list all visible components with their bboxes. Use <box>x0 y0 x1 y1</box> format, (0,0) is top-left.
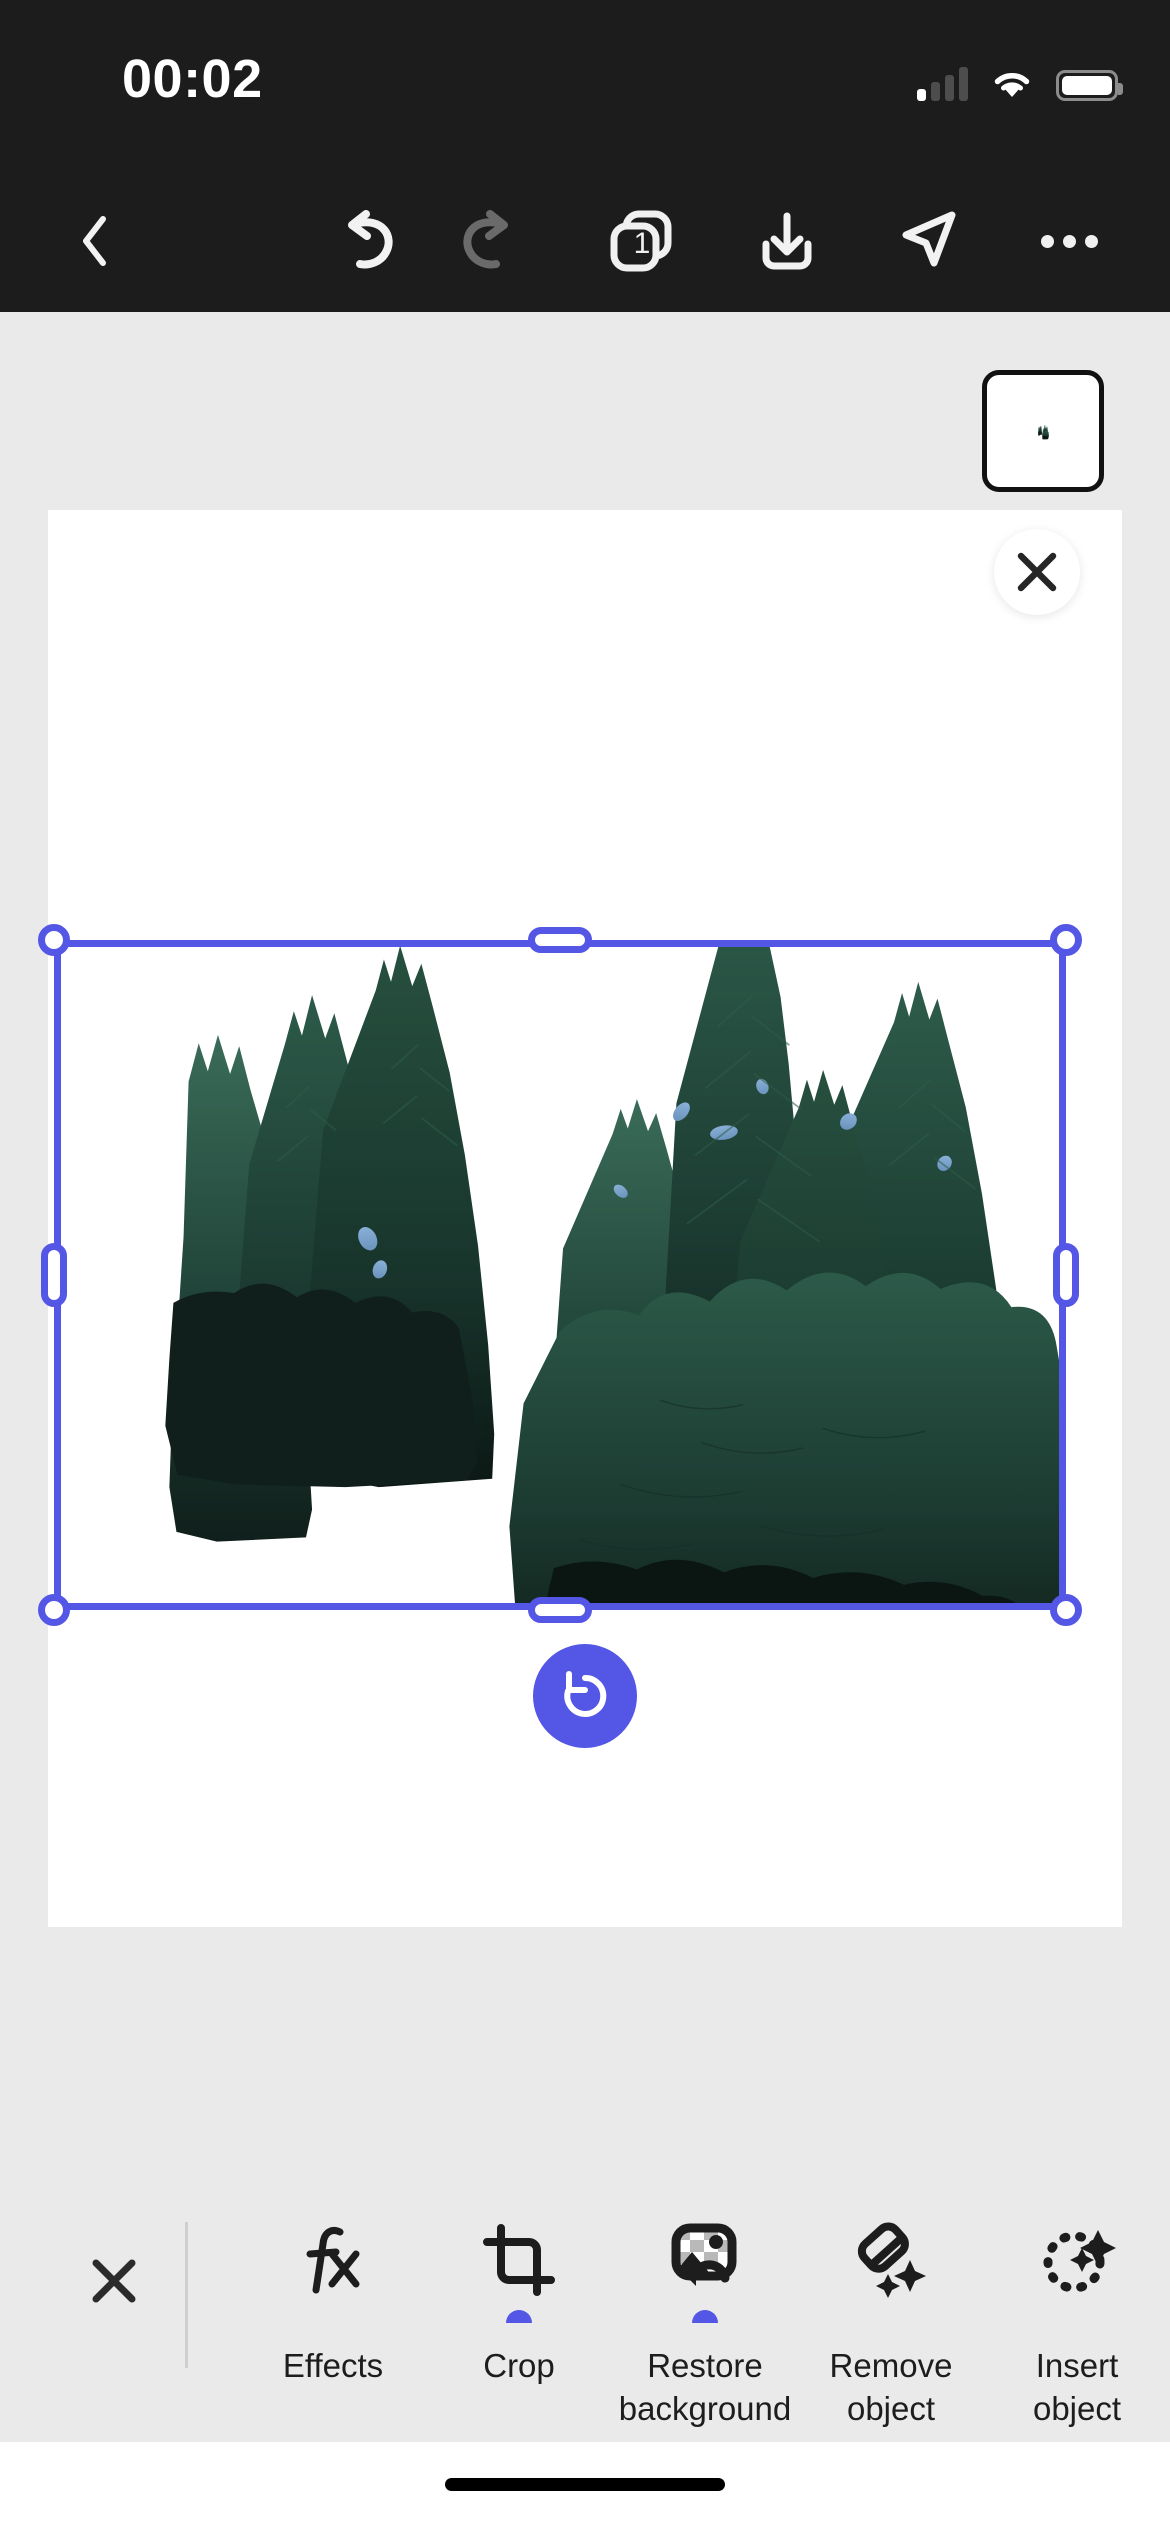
back-button[interactable] <box>56 202 134 280</box>
selection-frame[interactable] <box>38 903 1084 1765</box>
layers-count-badge: 1 <box>633 226 651 260</box>
toolbar-divider <box>185 2222 188 2368</box>
more-options-button[interactable] <box>1030 202 1108 280</box>
editor-canvas-area[interactable] <box>0 312 1170 2164</box>
top-toolbar: 1 <box>0 170 1170 312</box>
resize-handle-top-left[interactable] <box>38 924 70 956</box>
resize-handle-bottom[interactable] <box>528 1597 592 1623</box>
status-bar-time: 00:02 <box>122 49 263 109</box>
resize-handle-bottom-left[interactable] <box>38 1594 70 1626</box>
close-x-icon <box>1017 552 1057 592</box>
effects-fx-icon <box>287 2214 379 2306</box>
status-bar-indicators <box>917 55 1123 101</box>
home-indicator[interactable] <box>445 2478 725 2491</box>
resize-handle-bottom-right[interactable] <box>1050 1594 1082 1626</box>
insert-object-icon <box>1031 2214 1123 2306</box>
layers-button[interactable]: 1 <box>602 202 680 280</box>
close-selection-button[interactable] <box>994 529 1080 615</box>
home-indicator-area <box>0 2442 1170 2532</box>
bottom-toolbar: Effects Crop Restore background Remove o… <box>0 2164 1170 2442</box>
resize-handle-right[interactable] <box>1053 1243 1079 1307</box>
reset-rotate-ccw-icon <box>564 1671 607 1717</box>
redo-arrow-icon <box>463 210 508 269</box>
tool-insert-object[interactable]: Insert object <box>984 2194 1170 2431</box>
tool-label: Crop <box>483 2347 555 2384</box>
app-root: 00:02 1 Effects Crop Restore background … <box>0 0 1170 2532</box>
crop-icon <box>473 2214 565 2306</box>
reset-button[interactable] <box>533 1644 637 1748</box>
tool-active-dot <box>506 2310 532 2323</box>
status-bar: 00:02 <box>0 0 1170 170</box>
share-button[interactable] <box>890 202 968 280</box>
tool-remove-object[interactable]: Remove object <box>798 2194 984 2431</box>
restore-background-icon <box>659 2214 751 2306</box>
tool-label: Restore background <box>618 2347 792 2427</box>
resize-handle-top[interactable] <box>528 927 592 953</box>
tool-restore-background[interactable]: Restore background <box>612 2194 798 2431</box>
artboard[interactable] <box>38 370 1122 1927</box>
thumbnail-trees-preview <box>1038 424 1049 440</box>
tool-list: Effects Crop Restore background Remove o… <box>240 2194 1170 2434</box>
chevron-left-icon <box>83 216 106 266</box>
undo-button[interactable] <box>330 202 408 280</box>
layer-thumbnail[interactable] <box>982 370 1104 492</box>
resize-handle-top-right[interactable] <box>1050 924 1082 956</box>
send-paper-plane-icon <box>902 211 956 267</box>
more-horizontal-icon <box>1040 234 1098 248</box>
close-x-icon <box>92 2259 136 2303</box>
tool-label: Insert object <box>1032 2347 1122 2427</box>
tool-crop[interactable]: Crop <box>426 2194 612 2388</box>
resize-handle-left[interactable] <box>41 1243 67 1307</box>
tool-active-dot <box>692 2310 718 2323</box>
redo-button[interactable] <box>448 202 526 280</box>
wifi-icon <box>990 67 1034 101</box>
close-toolbar-button[interactable] <box>75 2242 153 2320</box>
undo-arrow-icon <box>348 210 393 269</box>
save-button[interactable] <box>748 202 826 280</box>
battery-full-icon <box>1056 70 1123 101</box>
remove-object-eraser-icon <box>845 2214 937 2306</box>
tool-effects[interactable]: Effects <box>240 2194 426 2388</box>
tool-label: Remove object <box>829 2347 953 2427</box>
cellular-signal-icon <box>917 67 968 101</box>
selection-bounding-box <box>54 940 1066 1610</box>
download-icon <box>762 212 812 270</box>
tool-label: Effects <box>282 2347 384 2384</box>
